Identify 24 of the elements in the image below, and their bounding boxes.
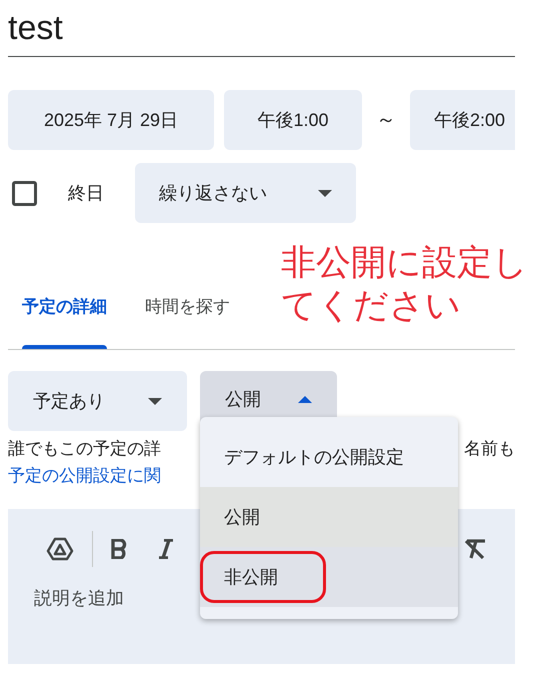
- event-title: test: [8, 8, 64, 48]
- caret-icon: [148, 398, 162, 404]
- tab[interactable]: 時間を探す: [131, 275, 244, 349]
- visibility-description: 誰でもこの予定の詳: [8, 438, 161, 460]
- drive-icon: [46, 536, 74, 562]
- tab[interactable]: 予定の詳細: [8, 275, 121, 349]
- visibility-description: 名前も: [464, 438, 515, 460]
- clear-formatting-icon[interactable]: [463, 538, 487, 560]
- menu-item[interactable]: 非公開: [200, 547, 458, 607]
- date-button[interactable]: 2025年 7月 29日: [8, 90, 214, 150]
- bold-icon[interactable]: [111, 539, 127, 559]
- caret-icon: [298, 396, 312, 403]
- all-day-label: 終日: [68, 182, 104, 204]
- all-day-checkbox[interactable]: [12, 180, 37, 206]
- annotation-text: 非公開に設定してください: [281, 242, 529, 327]
- time-separator: ～: [375, 108, 397, 133]
- start-time-button[interactable]: 午後1:00: [224, 90, 362, 150]
- caret-icon: [318, 190, 332, 196]
- italic-icon[interactable]: [159, 539, 173, 559]
- description-placeholder: 説明を追加: [34, 587, 125, 610]
- menu-item[interactable]: 公開: [200, 487, 458, 547]
- repeat-dropdown[interactable]: 繰り返さない: [135, 163, 356, 223]
- availability-dropdown[interactable]: 予定あり: [8, 371, 187, 431]
- end-time-button[interactable]: 午後2:00: [410, 90, 515, 150]
